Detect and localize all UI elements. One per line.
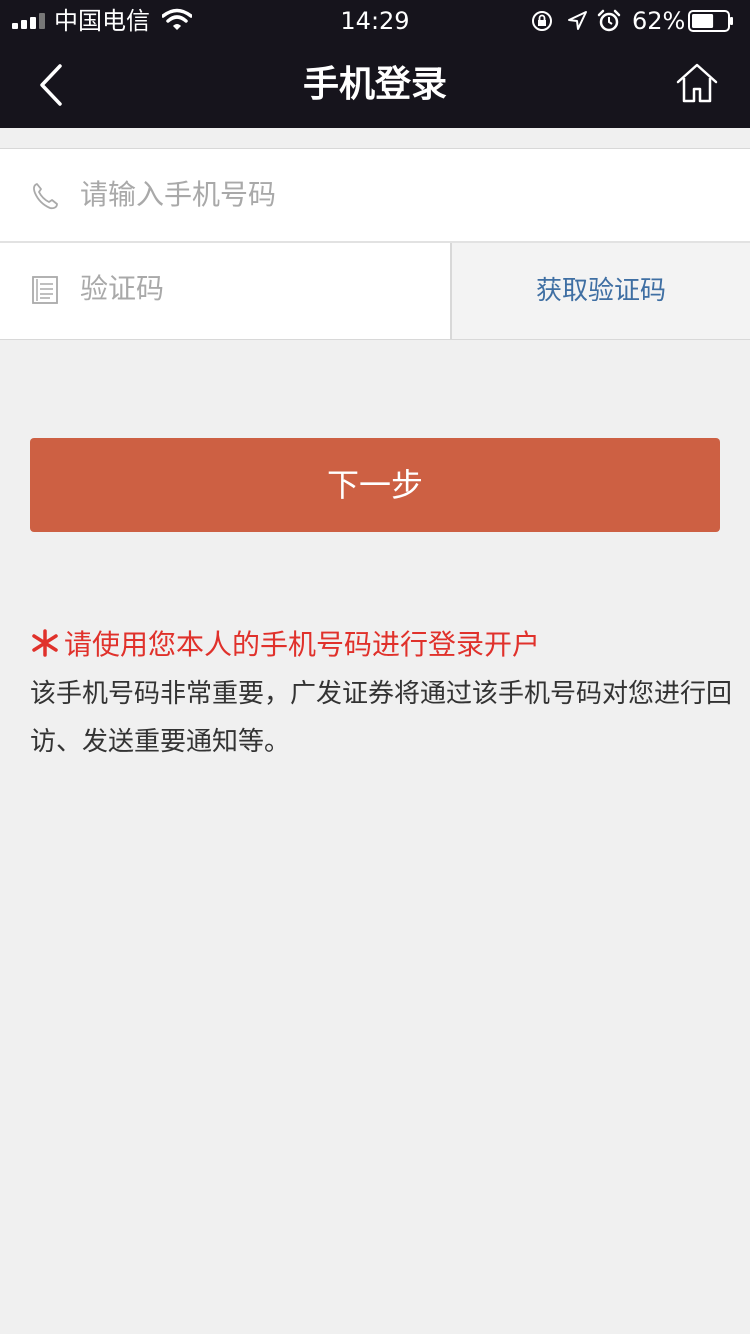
asterisk-icon	[32, 629, 58, 657]
notice-title: 请使用您本人的手机号码进行登录开户	[64, 628, 541, 661]
document-icon	[32, 276, 58, 304]
phone-input[interactable]: 请输入手机号码	[80, 149, 276, 241]
login-form: 请输入手机号码 验证码 获取验证码	[0, 148, 750, 340]
phone-icon	[33, 183, 58, 210]
code-input[interactable]: 验证码	[80, 243, 164, 335]
code-row: 验证码 获取验证码	[0, 243, 750, 339]
location-icon	[568, 11, 587, 30]
notice: 请使用您本人的手机号码进行登录开户 该手机号码非常重要，广发证券将通过该手机号码…	[30, 620, 745, 766]
alarm-icon	[597, 9, 621, 32]
page-title: 手机登录	[302, 64, 447, 105]
get-code-button[interactable]: 获取验证码	[450, 243, 750, 339]
notice-title-row: 请使用您本人的手机号码进行登录开户	[30, 620, 745, 670]
nav-bar: 手机登录	[0, 42, 750, 128]
next-button[interactable]: 下一步	[30, 438, 720, 532]
notice-body: 该手机号码非常重要，广发证券将通过该手机号码对您进行回访、发送重要通知等。	[30, 679, 733, 757]
battery-percent: 62%	[632, 7, 686, 35]
battery-icon	[688, 10, 733, 32]
phone-row: 请输入手机号码	[0, 149, 750, 243]
home-icon[interactable]	[674, 60, 720, 106]
rotation-lock-icon	[532, 11, 552, 31]
status-bar: 中国电信 14:29 62%	[0, 0, 750, 42]
top-bar: 中国电信 14:29 62% 手机登录	[0, 0, 750, 128]
